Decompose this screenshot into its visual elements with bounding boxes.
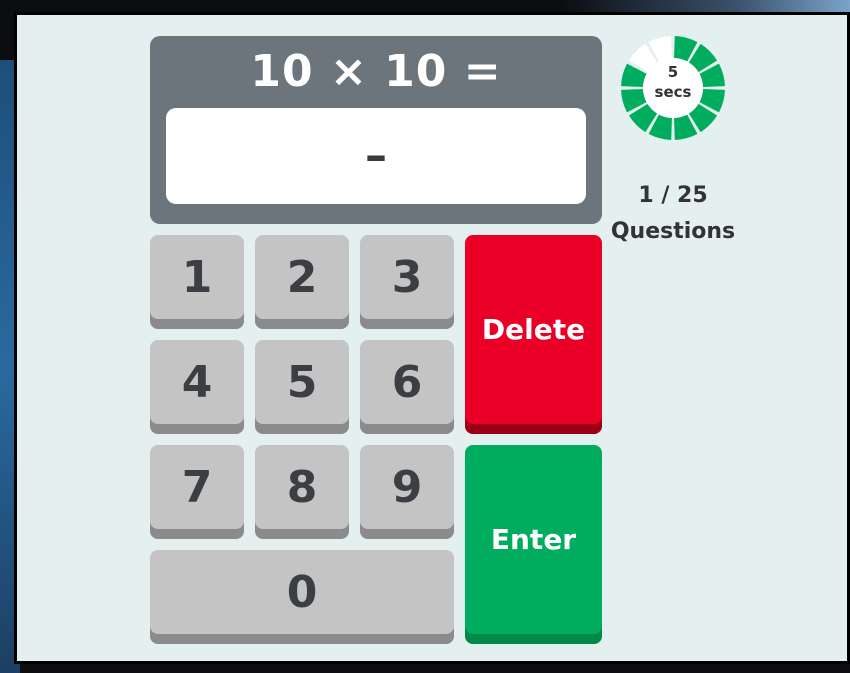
key-0[interactable]: 0: [150, 550, 454, 644]
key-8[interactable]: 8: [255, 445, 349, 539]
key-7[interactable]: 7: [150, 445, 244, 539]
answer-input[interactable]: –: [166, 108, 586, 204]
key-4[interactable]: 4: [150, 340, 244, 434]
key-1[interactable]: 1: [150, 235, 244, 329]
enter-button[interactable]: Enter: [465, 445, 602, 644]
key-2[interactable]: 2: [255, 235, 349, 329]
progress-label: Questions: [610, 219, 736, 244]
delete-button[interactable]: Delete: [465, 235, 602, 434]
timer-seconds: 5: [667, 63, 679, 81]
question-text: 10 × 10 =: [250, 46, 502, 97]
question-progress: 1 / 25 Questions: [600, 178, 746, 250]
key-6[interactable]: 6: [360, 340, 454, 434]
timer-unit: secs: [654, 83, 692, 101]
timer-label: 5 secs: [620, 62, 726, 102]
key-5[interactable]: 5: [255, 340, 349, 434]
key-3[interactable]: 3: [360, 235, 454, 329]
progress-count: 1 / 25: [638, 183, 708, 208]
key-9[interactable]: 9: [360, 445, 454, 539]
